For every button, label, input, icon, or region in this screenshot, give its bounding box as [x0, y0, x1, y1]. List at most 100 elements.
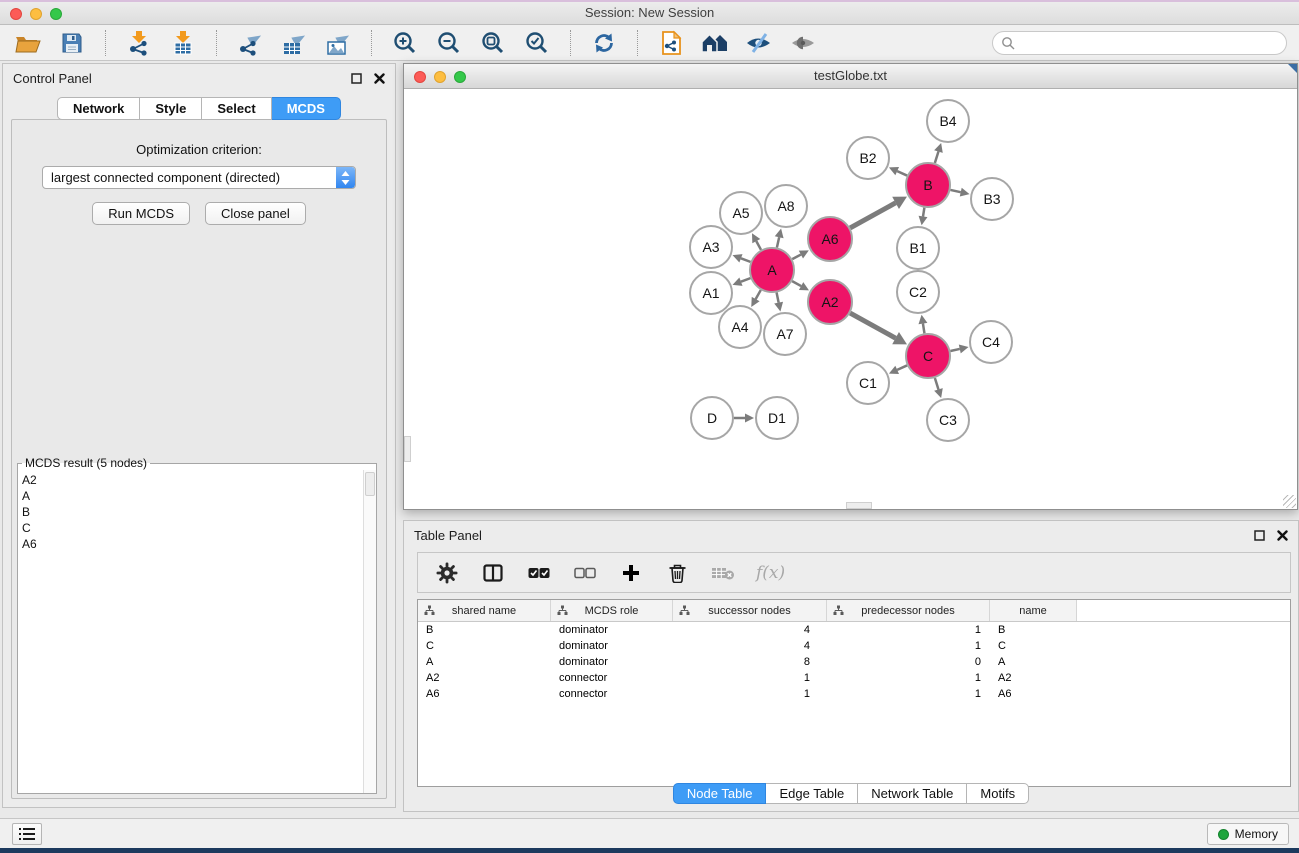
table-tab-edge-table[interactable]: Edge Table — [766, 783, 858, 804]
export-image-button[interactable] — [322, 29, 354, 57]
graph-node-label: B2 — [859, 150, 876, 166]
result-item[interactable]: A — [22, 488, 362, 504]
table-row[interactable]: Cdominator41C — [418, 638, 1290, 654]
minimize-network-button[interactable] — [434, 71, 446, 83]
control-panel-tabs: NetworkStyleSelectMCDS — [3, 97, 395, 120]
mcds-tab-content: Optimization criterion: largest connecte… — [11, 119, 387, 799]
tab-style[interactable]: Style — [140, 97, 202, 120]
save-floppy-icon — [61, 32, 83, 54]
graph-edge-A-A5[interactable] — [756, 241, 761, 250]
open-file-button[interactable] — [12, 29, 44, 57]
resize-grip[interactable] — [1283, 495, 1296, 508]
close-panel-button[interactable] — [374, 73, 385, 84]
import-network-button[interactable] — [123, 29, 155, 57]
add-column-button[interactable] — [618, 560, 644, 586]
result-item[interactable]: B — [22, 504, 362, 520]
zoom-network-button[interactable] — [454, 71, 466, 83]
result-item[interactable]: A2 — [22, 472, 362, 488]
zoom-fit-button[interactable] — [477, 29, 509, 57]
close-window-button[interactable] — [10, 8, 22, 20]
graph-edge-B-B1[interactable] — [923, 208, 924, 217]
tab-mcds[interactable]: MCDS — [272, 97, 341, 120]
column-header-predecessor-nodes[interactable]: predecessor nodes — [827, 600, 990, 621]
search-input[interactable] — [1020, 36, 1278, 50]
zoom-window-button[interactable] — [50, 8, 62, 20]
graph-edge-B-B3[interactable] — [950, 190, 960, 192]
save-session-button[interactable] — [56, 29, 88, 57]
canvas-hscroll-thumb[interactable] — [846, 502, 872, 509]
result-scrollbar[interactable] — [363, 470, 376, 793]
graph-edge-A2-C[interactable] — [850, 313, 895, 338]
zoom-in-button[interactable] — [389, 29, 421, 57]
table-header-row: shared nameMCDS rolesuccessor nodesprede… — [418, 600, 1290, 622]
float-panel-button[interactable] — [351, 73, 362, 84]
close-network-button[interactable] — [414, 71, 426, 83]
graph-edge-A-A8[interactable] — [777, 237, 779, 247]
graph-edge-C-C4[interactable] — [950, 349, 959, 351]
graph-edge-C-C1[interactable] — [897, 365, 907, 369]
table-tab-network-table[interactable]: Network Table — [858, 783, 967, 804]
graph-edge-B-B4[interactable] — [935, 152, 939, 164]
delete-table-button[interactable] — [710, 560, 736, 586]
network-title: testGlobe.txt — [814, 68, 887, 83]
column-header-name[interactable]: name — [990, 600, 1077, 621]
new-network-from-selection-button[interactable] — [655, 29, 687, 57]
task-history-button[interactable] — [12, 823, 42, 845]
run-mcds-button[interactable]: Run MCDS — [92, 202, 190, 225]
graph-edge-A6-B[interactable] — [850, 203, 895, 228]
table-row[interactable]: Bdominator41B — [418, 622, 1290, 638]
table-row[interactable]: A6connector11A6 — [418, 686, 1290, 702]
export-table-button[interactable] — [278, 29, 310, 57]
mcds-result-list[interactable]: A2ABCA6 — [18, 470, 362, 793]
tab-select[interactable]: Select — [202, 97, 271, 120]
table-row[interactable]: A2connector11A2 — [418, 670, 1290, 686]
graph-edge-A-A6[interactable] — [792, 255, 801, 260]
float-icon — [1254, 530, 1265, 541]
float-table-panel-button[interactable] — [1254, 530, 1265, 541]
graph-edge-A-A1[interactable] — [741, 278, 751, 282]
delete-table-icon — [711, 565, 735, 581]
table-settings-button[interactable] — [434, 560, 460, 586]
zoom-out-button[interactable] — [433, 29, 465, 57]
graph-edge-C-C2[interactable] — [923, 324, 925, 334]
memory-button[interactable]: Memory — [1207, 823, 1289, 845]
close-panel-button-mcds[interactable]: Close panel — [205, 202, 306, 225]
graph-edge-B-B2[interactable] — [897, 171, 907, 175]
graph-edge-A-A2[interactable] — [792, 281, 801, 286]
table-row[interactable]: Adominator80A — [418, 654, 1290, 670]
tab-network[interactable]: Network — [57, 97, 140, 120]
table-cell: A2 — [418, 672, 551, 684]
column-header-shared-name[interactable]: shared name — [418, 600, 551, 621]
export-network-button[interactable] — [234, 29, 266, 57]
network-canvas[interactable]: AA1A2A3A4A5A6A7A8BB1B2B3B4CC1C2C3C4DD1 — [404, 89, 1297, 509]
canvas-vscroll-thumb[interactable] — [404, 436, 411, 462]
hide-selected-button[interactable] — [743, 29, 775, 57]
minimize-window-button[interactable] — [30, 8, 42, 20]
graph-edge-A-A7[interactable] — [777, 293, 779, 303]
memory-label: Memory — [1235, 827, 1278, 841]
zoom-selected-button[interactable] — [521, 29, 553, 57]
network-graph[interactable]: AA1A2A3A4A5A6A7A8BB1B2B3B4CC1C2C3C4DD1 — [404, 89, 1297, 509]
first-neighbors-button[interactable] — [699, 29, 731, 57]
delete-column-button[interactable] — [664, 560, 690, 586]
criterion-dropdown[interactable]: largest connected component (directed) — [42, 166, 356, 189]
function-builder-button[interactable]: f(x) — [756, 560, 785, 586]
table-tab-motifs[interactable]: Motifs — [967, 783, 1029, 804]
close-table-panel-button[interactable] — [1277, 530, 1288, 541]
deselect-all-columns-button[interactable] — [572, 560, 598, 586]
graph-edge-A-A3[interactable] — [741, 258, 751, 262]
column-header-MCDS-role[interactable]: MCDS role — [551, 600, 673, 621]
result-item[interactable]: A6 — [22, 536, 362, 552]
graph-edge-A-A4[interactable] — [756, 290, 761, 299]
result-scrollbar-thumb[interactable] — [365, 472, 375, 496]
show-columns-button[interactable] — [480, 560, 506, 586]
refresh-view-button[interactable] — [588, 29, 620, 57]
graph-edge-C-C3[interactable] — [935, 378, 939, 390]
column-header-successor-nodes[interactable]: successor nodes — [673, 600, 827, 621]
show-all-button[interactable] — [787, 29, 819, 57]
table-tab-node-table[interactable]: Node Table — [673, 783, 767, 804]
import-table-button[interactable] — [167, 29, 199, 57]
select-all-columns-button[interactable] — [526, 560, 552, 586]
table-cell: 4 — [673, 624, 827, 636]
result-item[interactable]: C — [22, 520, 362, 536]
